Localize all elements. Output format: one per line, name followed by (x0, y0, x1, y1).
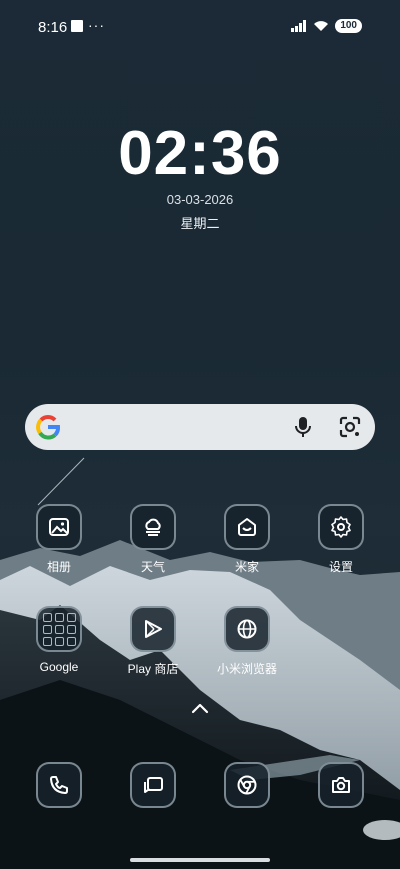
notification-square-icon (71, 20, 83, 32)
mi-home-icon (224, 504, 270, 550)
dock-camera[interactable] (301, 762, 381, 808)
google-lens-icon[interactable] (339, 416, 361, 438)
more-notifications-icon: ··· (88, 17, 105, 33)
settings-gear-icon (318, 504, 364, 550)
dock-phone[interactable] (19, 762, 99, 808)
app-label: Play 商店 (127, 662, 179, 676)
wifi-icon (314, 21, 329, 31)
play-store-icon (130, 606, 176, 652)
dock-chrome[interactable] (207, 762, 287, 808)
browser-globe-icon (224, 606, 270, 652)
app-label: 米家 (234, 560, 259, 574)
app-gallery[interactable]: 相册 (19, 504, 99, 575)
app-label: 设置 (328, 560, 353, 574)
gesture-nav-handle[interactable] (130, 858, 270, 862)
app-label: 相册 (46, 560, 71, 574)
clock: 02:36 (118, 119, 282, 188)
microphone-icon[interactable] (293, 416, 313, 438)
app-settings[interactable]: 设置 (301, 504, 381, 575)
battery-indicator: 100 (335, 19, 362, 33)
app-mi-home[interactable]: 米家 (207, 504, 287, 575)
app-mi-browser[interactable]: 小米浏览器 (207, 606, 287, 677)
status-bar: 8:16 ··· 100 (0, 0, 400, 54)
weekday: 星期二 (180, 216, 220, 231)
weather-icon (130, 504, 176, 550)
date: 03-03-2026 (166, 192, 234, 207)
chevron-up-icon[interactable] (190, 700, 210, 716)
gallery-icon (36, 504, 82, 550)
cellular-signal-icon (291, 20, 307, 32)
app-label: 小米浏览器 (216, 662, 277, 676)
camera-icon (318, 762, 364, 808)
google-g-icon (36, 415, 60, 440)
app-label: Google (39, 660, 79, 674)
status-time: 8:16 (38, 19, 68, 36)
messages-icon (130, 762, 176, 808)
folder-icon (36, 606, 82, 652)
status-icons: 100 (291, 19, 362, 33)
google-search-bar[interactable] (25, 404, 375, 450)
dock-messages[interactable] (113, 762, 193, 808)
app-label: 天气 (140, 560, 165, 574)
app-weather[interactable]: 天气 (113, 504, 193, 575)
chrome-icon (224, 762, 270, 808)
app-folder-google[interactable]: Google (19, 606, 99, 674)
app-play-store[interactable]: Play 商店 (113, 606, 193, 677)
phone-icon (36, 762, 82, 808)
